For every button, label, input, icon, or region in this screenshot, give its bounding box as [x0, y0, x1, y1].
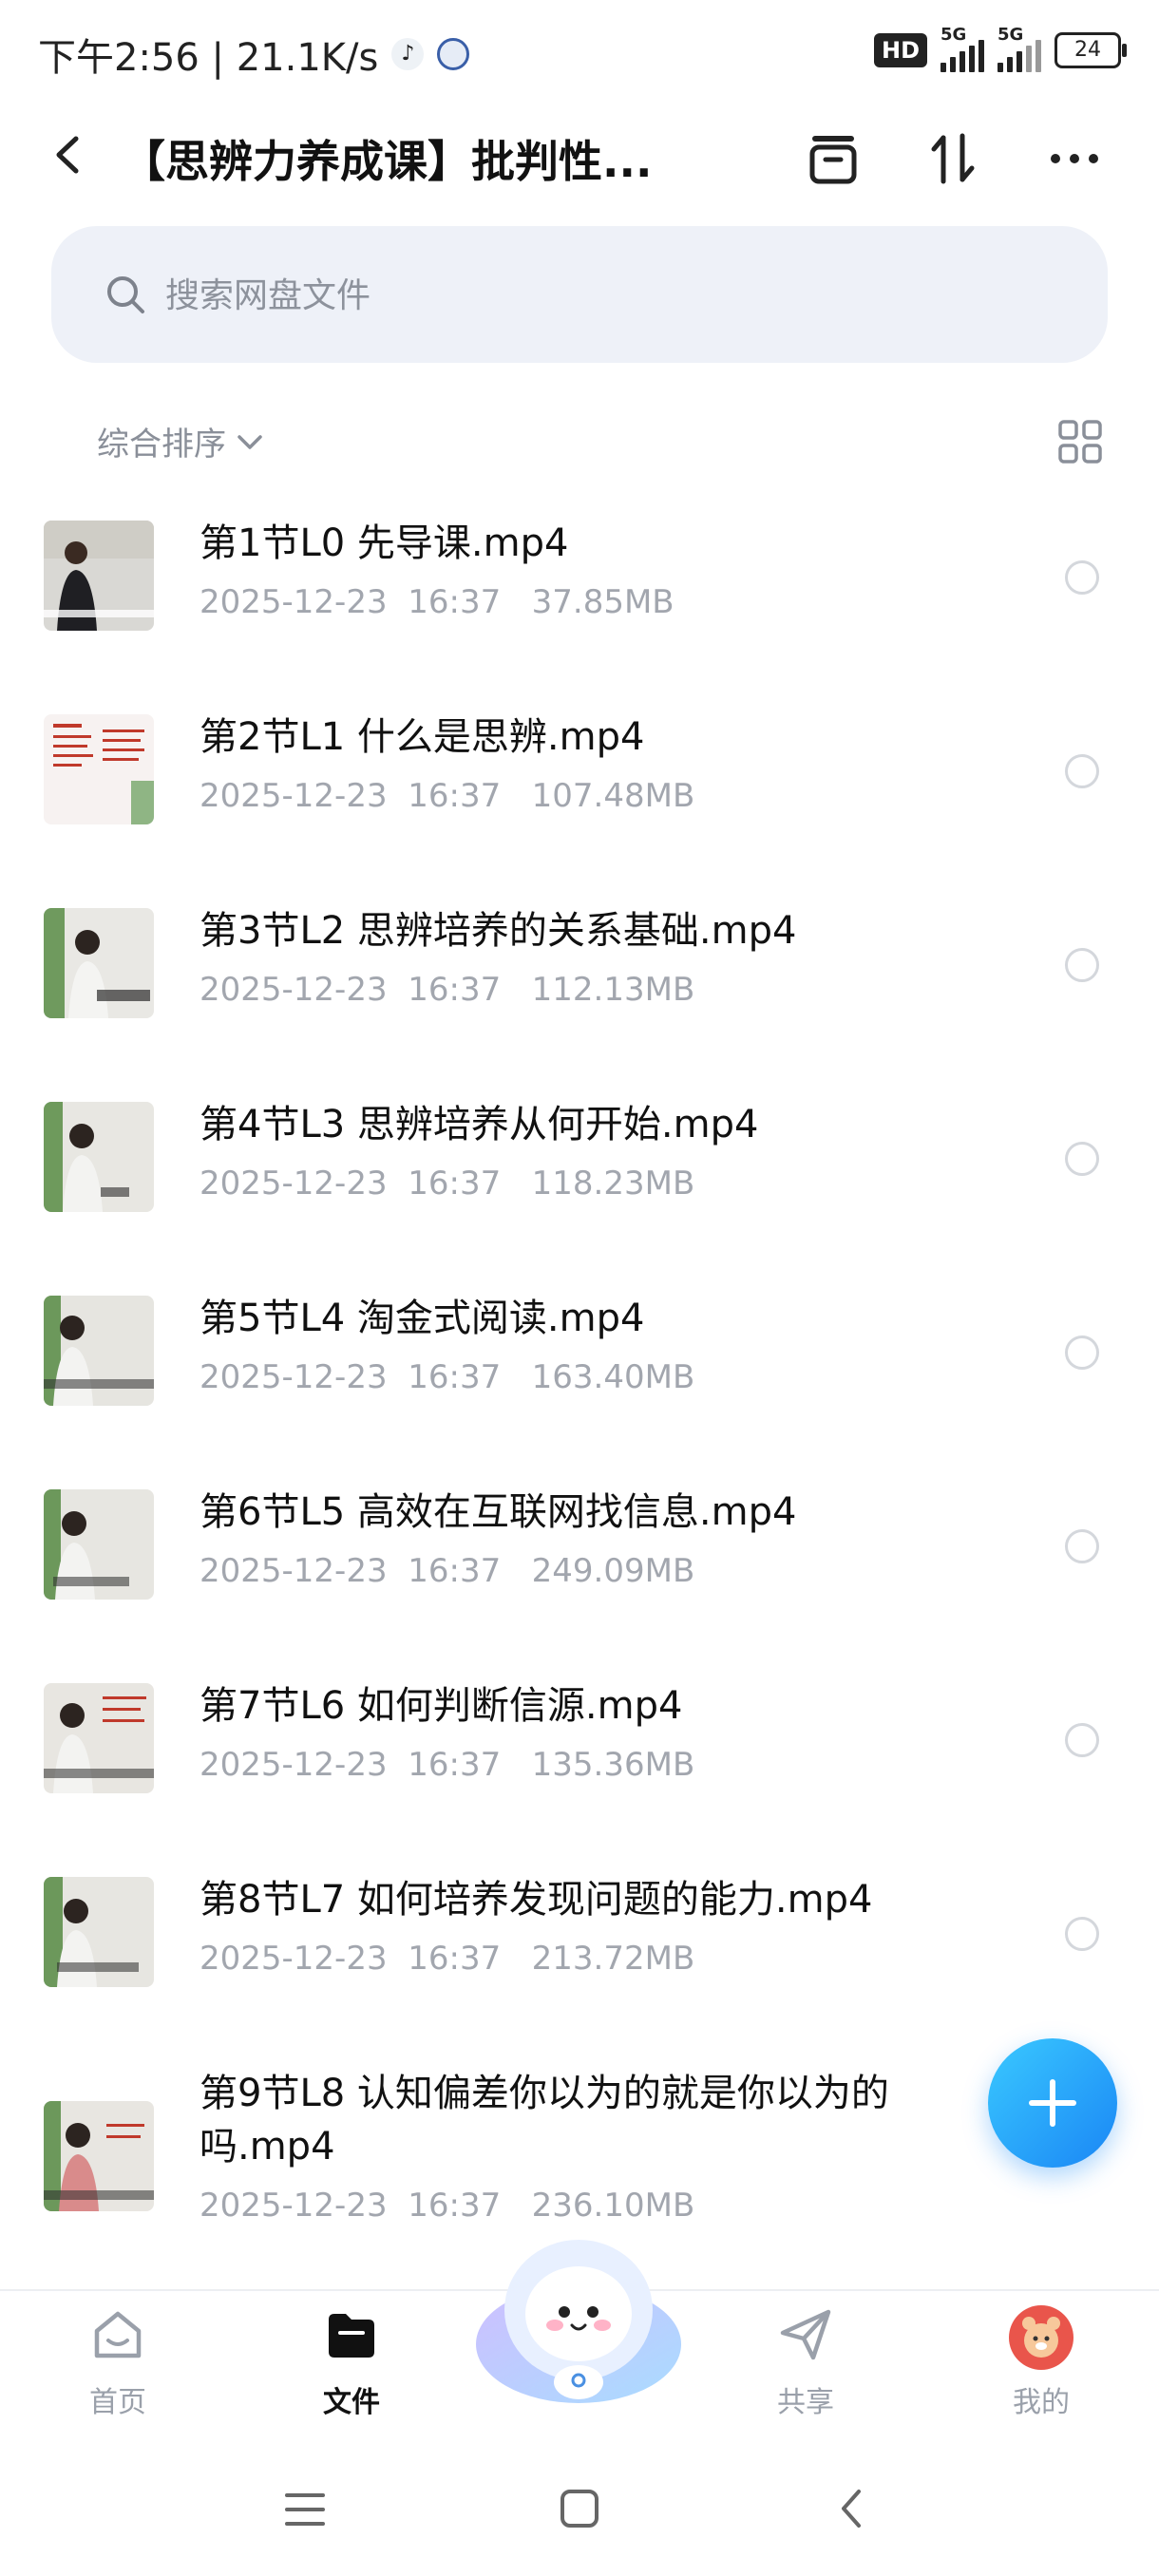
file-meta: 2025-12-23 16:37 112.13MB: [200, 971, 695, 1009]
file-meta: 2025-12-23 16:37 107.48MB: [200, 777, 695, 815]
signal-icon-2: 5G: [998, 25, 1041, 72]
video-thumbnail: [44, 1296, 154, 1406]
file-name: 第3节L2 思辨培养的关系基础.mp4: [200, 909, 797, 953]
select-radio[interactable]: [1065, 948, 1099, 982]
file-meta: 2025-12-23 16:37 163.40MB: [200, 1358, 695, 1396]
hd-voice-icon: HD: [873, 33, 927, 67]
file-row[interactable]: 第4节L3 思辨培养从何开始.mp4 2025-12-23 16:37 118.…: [0, 1066, 1159, 1260]
menu-icon[interactable]: [283, 2488, 327, 2531]
file-name: 第5节L4 淘金式阅读.mp4: [200, 1297, 645, 1340]
nav-share-label: 共享: [777, 2386, 834, 2419]
video-thumbnail: [44, 1877, 154, 1987]
video-thumbnail: [44, 2101, 154, 2211]
sort-dropdown[interactable]: 综合排序: [97, 418, 266, 464]
file-row[interactable]: 第6节L5 高效在互联网找信息.mp4 2025-12-23 16:37 249…: [0, 1453, 1159, 1647]
file-name: 第2节L1 什么是思辨.mp4: [200, 715, 645, 759]
sort-label: 综合排序: [97, 426, 226, 464]
tiktok-icon: ♪: [391, 38, 425, 70]
file-name: 第8节L7 如何培养发现问题的能力.mp4: [200, 1878, 873, 1922]
app-notification-icon: [437, 38, 470, 70]
select-radio[interactable]: [1065, 1529, 1099, 1563]
status-time-speed: 下午2:56 | 21.1K/s: [38, 36, 379, 80]
video-thumbnail: [44, 714, 154, 824]
add-button[interactable]: [988, 2038, 1117, 2168]
select-radio[interactable]: [1065, 1917, 1099, 1951]
avatar: [1009, 2305, 1074, 2370]
select-radio[interactable]: [1065, 560, 1099, 595]
nav-files-label: 文件: [323, 2386, 380, 2419]
home-square-icon[interactable]: [559, 2488, 600, 2529]
select-radio[interactable]: [1065, 754, 1099, 788]
nav-share[interactable]: 共享: [739, 2304, 872, 2420]
archive-button[interactable]: [800, 125, 866, 192]
home-icon: [94, 2311, 142, 2358]
back-arrow-icon: [56, 136, 79, 174]
file-meta: 2025-12-23 16:37 213.72MB: [200, 1940, 695, 1978]
search-icon: [107, 276, 144, 313]
send-icon: [780, 2309, 831, 2360]
nav-mine-label: 我的: [1013, 2386, 1070, 2419]
sort-arrows-icon: [931, 133, 975, 184]
search-input[interactable]: [163, 260, 1022, 331]
header: 【思辨力养成课】批判性...: [0, 104, 1159, 209]
file-name: 第1节L0 先导课.mp4: [200, 521, 569, 565]
file-meta: 2025-12-23 16:37 135.36MB: [200, 1746, 695, 1784]
plus-icon: [1029, 2079, 1076, 2127]
file-meta: 2025-12-23 16:37 118.23MB: [200, 1165, 695, 1203]
video-thumbnail: [44, 521, 154, 631]
folder-icon: [329, 2314, 374, 2358]
page-title: 【思辨力养成课】批判性...: [122, 136, 653, 187]
nav-mine[interactable]: 我的: [975, 2304, 1108, 2420]
more-button[interactable]: [1041, 125, 1108, 192]
system-nav-bar: [0, 2446, 1159, 2576]
file-meta: 2025-12-23 16:37 37.85MB: [200, 583, 674, 621]
file-row[interactable]: 第5节L4 淘金式阅读.mp4 2025-12-23 16:37 163.40M…: [0, 1260, 1159, 1453]
file-row[interactable]: 第3节L2 思辨培养的关系基础.mp4 2025-12-23 16:37 112…: [0, 872, 1159, 1066]
file-row[interactable]: 第9节L8 认知偏差你以为的就是你以为的吗.mp4 2025-12-23 16:…: [0, 2035, 1159, 2263]
chevron-down-icon: [238, 434, 262, 449]
video-thumbnail: [44, 908, 154, 1018]
select-radio[interactable]: [1065, 1142, 1099, 1176]
video-thumbnail: [44, 1102, 154, 1212]
video-thumbnail: [44, 1683, 154, 1793]
file-meta: 2025-12-23 16:37 249.09MB: [200, 1552, 695, 1590]
file-name: 第6节L5 高效在互联网找信息.mp4: [200, 1490, 797, 1534]
select-radio[interactable]: [1065, 1723, 1099, 1757]
search-bar[interactable]: [51, 226, 1108, 363]
file-name: 第7节L6 如何判断信源.mp4: [200, 1684, 683, 1728]
ai-assistant-mascot-button[interactable]: [473, 2230, 684, 2407]
file-row[interactable]: 第1节L0 先导课.mp4 2025-12-23 16:37 37.85MB: [0, 484, 1159, 678]
grid-view-icon[interactable]: [1056, 418, 1104, 465]
nav-home-label: 首页: [89, 2386, 146, 2419]
status-left: 下午2:56 | 21.1K/s ♪: [38, 27, 470, 82]
file-row[interactable]: 第8节L7 如何培养发现问题的能力.mp4 2025-12-23 16:37 2…: [0, 1841, 1159, 2035]
status-right: HD 5G 5G 24: [873, 25, 1127, 72]
back-icon[interactable]: [832, 2488, 874, 2529]
signal-icon-1: 5G: [940, 25, 984, 72]
video-thumbnail: [44, 1489, 154, 1600]
more-dots-icon: [1051, 154, 1098, 163]
battery-icon: 24: [1054, 32, 1127, 68]
file-name: 第4节L3 思辨培养从何开始.mp4: [200, 1103, 759, 1146]
file-row[interactable]: 第2节L1 什么是思辨.mp4 2025-12-23 16:37 107.48M…: [0, 678, 1159, 872]
archive-icon: [809, 136, 857, 184]
file-meta: 2025-12-23 16:37 236.10MB: [200, 2187, 695, 2225]
status-bar: 下午2:56 | 21.1K/s ♪ HD 5G 5G 24: [0, 0, 1159, 104]
file-row[interactable]: 第7节L6 如何判断信源.mp4 2025-12-23 16:37 135.36…: [0, 1647, 1159, 1841]
nav-home[interactable]: 首页: [51, 2304, 184, 2420]
file-name: 第9节L8 认知偏差你以为的就是你以为的吗.mp4: [200, 2072, 889, 2169]
sort-order-button[interactable]: [920, 125, 986, 192]
nav-files[interactable]: 文件: [285, 2304, 418, 2420]
back-button[interactable]: [46, 131, 93, 179]
select-radio[interactable]: [1065, 1335, 1099, 1370]
